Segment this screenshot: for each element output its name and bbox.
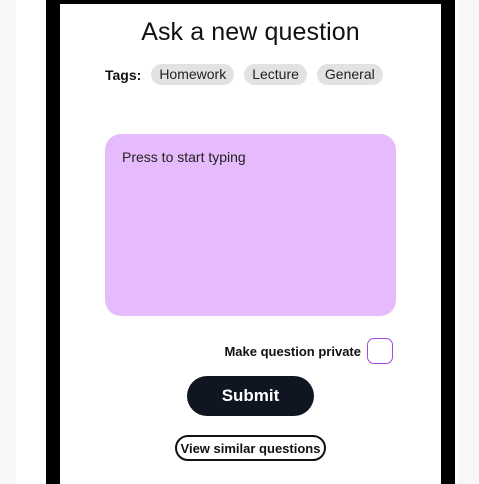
private-checkbox[interactable] — [367, 338, 393, 364]
private-option-row: Make question private — [224, 338, 393, 364]
right-margin — [458, 0, 479, 484]
tags-row: Tags: Homework Lecture General — [105, 64, 383, 85]
view-similar-questions-button[interactable]: View similar questions — [175, 435, 326, 461]
private-option-label: Make question private — [224, 343, 361, 359]
tags-label: Tags: — [105, 66, 142, 83]
question-input[interactable]: Press to start typing — [105, 134, 396, 316]
tag-general[interactable]: General — [316, 64, 383, 85]
ask-question-screen: Ask a new question Tags: Homework Lectur… — [60, 4, 441, 484]
tag-homework[interactable]: Homework — [151, 64, 235, 85]
question-input-placeholder: Press to start typing — [122, 149, 246, 165]
left-margin — [0, 0, 16, 484]
tag-lecture[interactable]: Lecture — [244, 64, 307, 85]
screenshot-canvas: Ask a new question Tags: Homework Lectur… — [0, 0, 479, 484]
submit-button[interactable]: Submit — [187, 376, 314, 416]
phone-frame: Ask a new question Tags: Homework Lectur… — [46, 0, 455, 484]
page-title: Ask a new question — [141, 18, 360, 46]
